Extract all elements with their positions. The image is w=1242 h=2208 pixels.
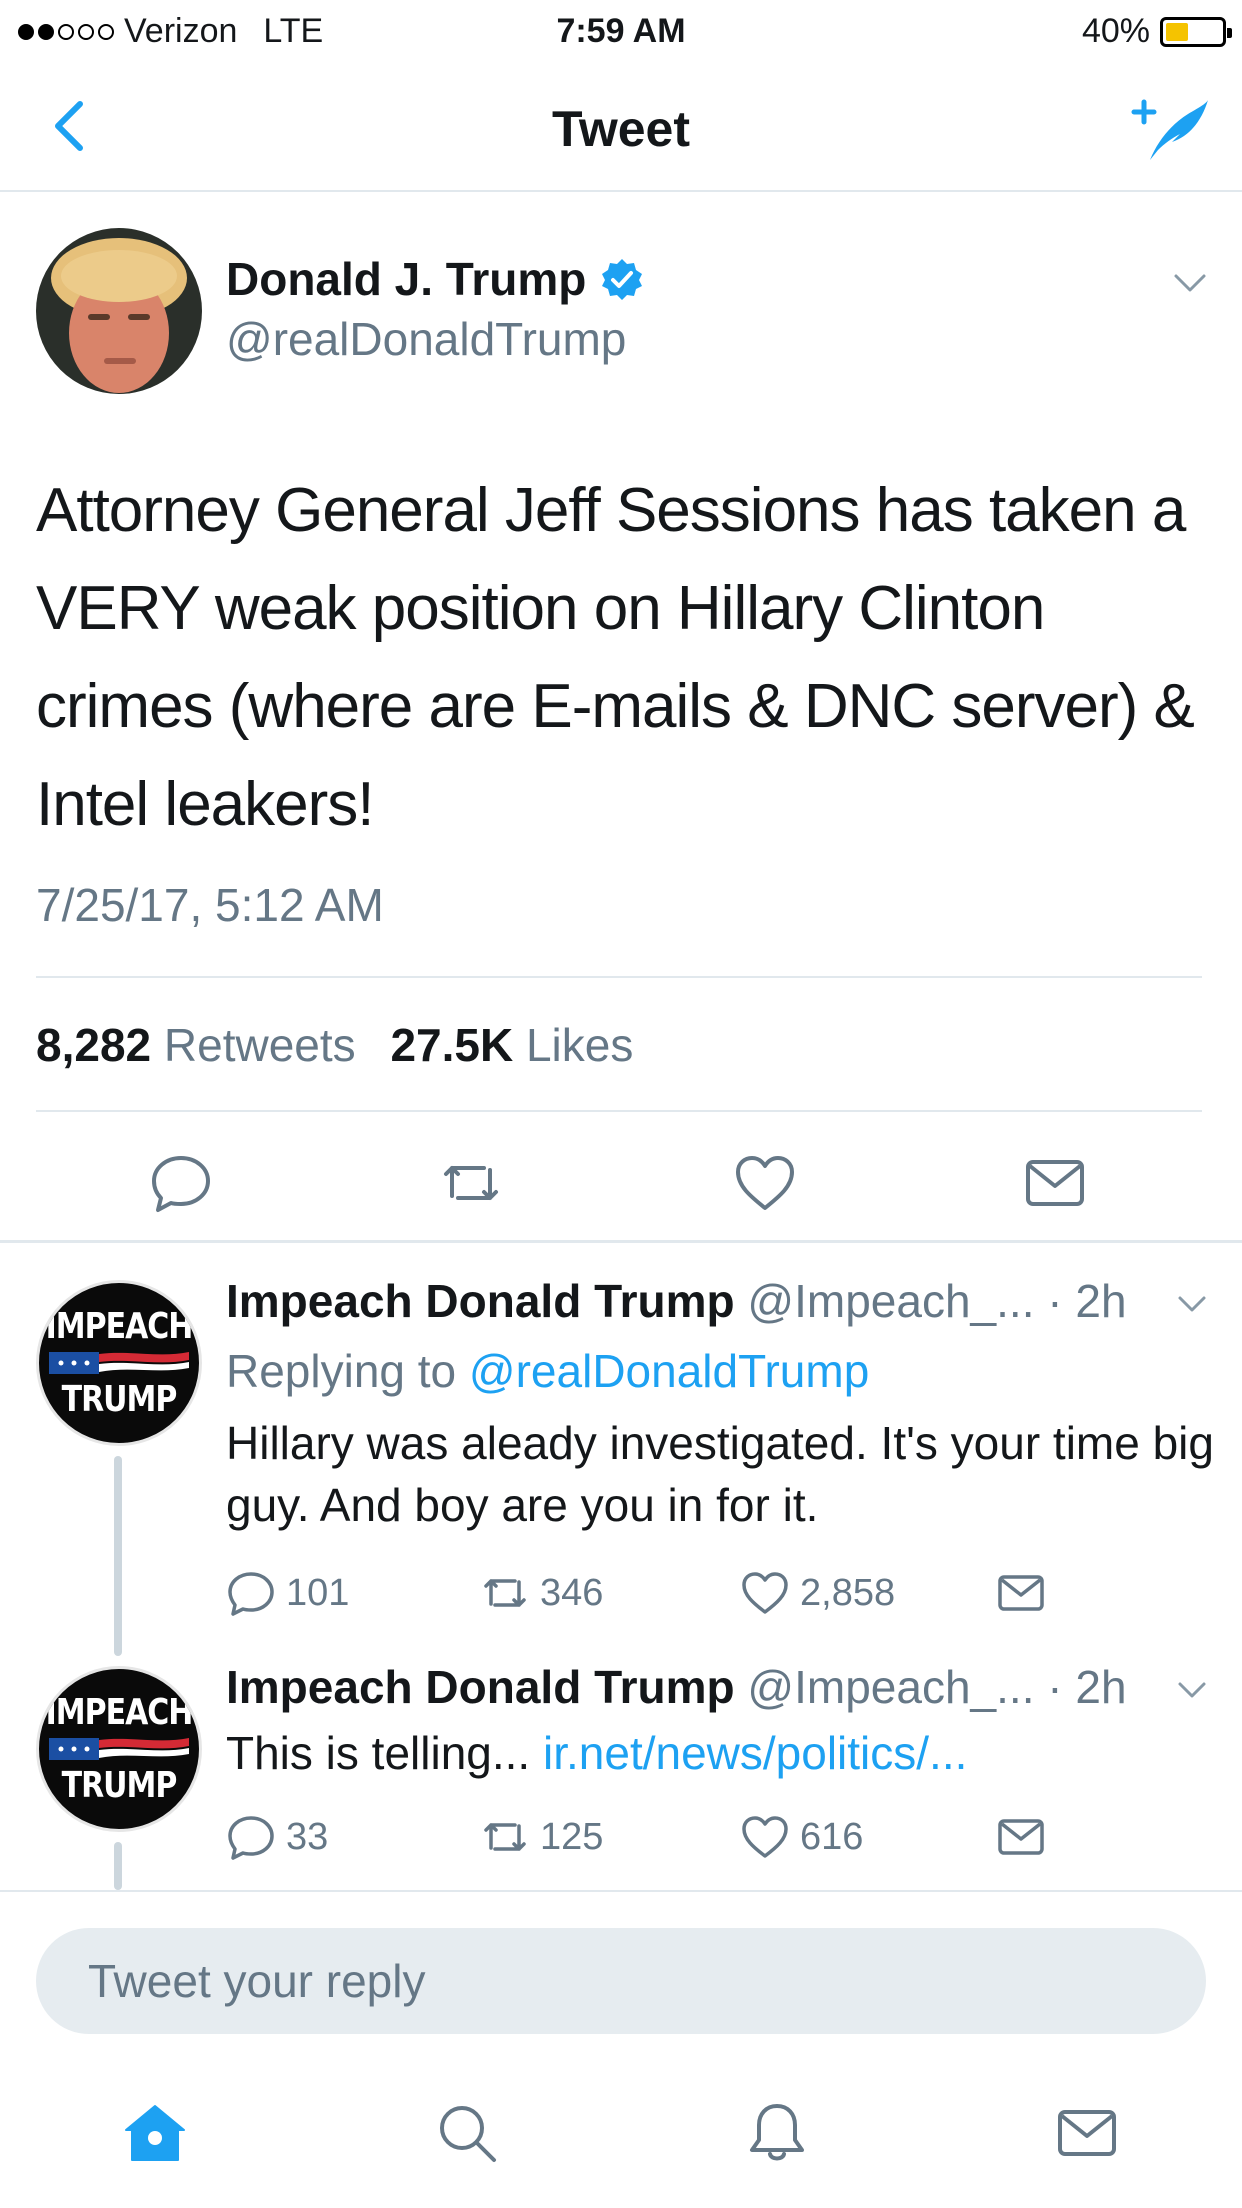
- notifications-icon[interactable]: [744, 2100, 810, 2166]
- reply-dm-action[interactable]: [996, 1812, 1046, 1862]
- messages-icon[interactable]: [1054, 2100, 1120, 2166]
- tweet-reply-input[interactable]: Tweet your reply: [36, 1928, 1206, 2034]
- reply-icon: [228, 1572, 274, 1616]
- like-count: 2,858: [800, 1571, 896, 1614]
- reply-author-name: Impeach Donald Trump: [226, 1661, 735, 1713]
- chevron-down-icon[interactable]: [1174, 1676, 1210, 1704]
- reply-retweet-action[interactable]: 125: [480, 1812, 603, 1862]
- battery-percent: 40%: [1081, 12, 1150, 50]
- divider: [36, 976, 1202, 978]
- reply-avatar[interactable]: IMPEACH TRUMP: [36, 1666, 202, 1832]
- thread-line: [114, 1456, 122, 1656]
- retweet-icon: [484, 1823, 526, 1851]
- direct-message-icon: [998, 1819, 1044, 1855]
- like-icon[interactable]: [732, 1150, 798, 1216]
- likes-count[interactable]: 27.5K: [390, 1019, 513, 1071]
- direct-message-icon[interactable]: [1022, 1150, 1088, 1216]
- tweet-timestamp: 7/25/17, 5:12 AM: [36, 879, 384, 931]
- battery-icon: [1160, 16, 1232, 47]
- replying-to: Replying to @realDonaldTrump: [226, 1345, 870, 1397]
- compose-tweet-icon[interactable]: [1128, 90, 1212, 164]
- reply-count: 33: [286, 1815, 329, 1858]
- search-icon[interactable]: [434, 2100, 500, 2166]
- reply-link[interactable]: ir.net/news/politics/...: [543, 1727, 967, 1779]
- reply-count: 101: [286, 1571, 350, 1614]
- navigation-bar: Tweet: [0, 62, 1242, 192]
- reply-icon[interactable]: [148, 1150, 214, 1216]
- bottom-area: Tweet your reply: [0, 1890, 1242, 2208]
- reply-time: · 2h: [1047, 1661, 1127, 1713]
- status-right: 40%: [1081, 12, 1232, 51]
- like-icon: [742, 1816, 788, 1858]
- author-name-text: Donald J. Trump: [226, 253, 587, 305]
- likes-label[interactable]: Likes: [526, 1019, 633, 1071]
- tweet-actions: [0, 1140, 1242, 1250]
- reply-author-name: Impeach Donald Trump: [226, 1275, 735, 1327]
- reply-author-handle: @Impeach_...: [747, 1275, 1035, 1327]
- reply-author[interactable]: Impeach Donald Trump @Impeach_... · 2h: [226, 1660, 1127, 1714]
- tab-bar: [0, 2086, 1242, 2186]
- reply-avatar[interactable]: IMPEACH TRUMP: [36, 1280, 202, 1446]
- thread-line: [114, 1842, 122, 1890]
- engagement-counts: 8,282 Retweets 27.5K Likes: [36, 1018, 655, 1072]
- reply-text: Hillary was aleady investigated. It's yo…: [226, 1417, 1214, 1531]
- author-name[interactable]: Donald J. Trump: [226, 252, 644, 306]
- retweet-count: 125: [540, 1815, 604, 1858]
- reply-retweet-action[interactable]: 346: [480, 1568, 603, 1618]
- retweets-label[interactable]: Retweets: [164, 1019, 356, 1071]
- like-icon: [742, 1572, 788, 1614]
- retweet-count: 346: [540, 1571, 604, 1614]
- status-bar: Verizon LTE 7:59 AM 40%: [0, 0, 1242, 62]
- direct-message-icon: [998, 1575, 1044, 1611]
- retweet-icon[interactable]: [438, 1150, 504, 1216]
- reply-author[interactable]: Impeach Donald Trump @Impeach_... · 2h: [226, 1274, 1127, 1328]
- status-time: 7:59 AM: [556, 12, 686, 50]
- tweet-text: Attorney General Jeff Sessions has taken…: [36, 476, 1195, 839]
- reply-text: This is telling... ir.net/news/politics/…: [226, 1727, 968, 1779]
- page-title: Tweet: [552, 101, 690, 157]
- reply-time: · 2h: [1047, 1275, 1127, 1327]
- flag-graphic: [49, 1738, 189, 1760]
- chevron-down-icon[interactable]: [1174, 1290, 1210, 1318]
- reply-like-action[interactable]: 2,858: [740, 1568, 895, 1618]
- author-handle[interactable]: @realDonaldTrump: [226, 312, 626, 366]
- reply-reply-action[interactable]: 33: [226, 1812, 328, 1862]
- reply-icon: [228, 1816, 274, 1860]
- chevron-down-icon[interactable]: [1170, 268, 1210, 298]
- reply-reply-action[interactable]: 101: [226, 1568, 349, 1618]
- verified-badge-icon: [602, 259, 643, 300]
- divider: [36, 1110, 1202, 1112]
- replying-to-mention[interactable]: @realDonaldTrump: [469, 1345, 869, 1397]
- section-divider: [0, 1240, 1242, 1243]
- flag-graphic: [49, 1352, 189, 1374]
- retweet-icon: [484, 1579, 526, 1607]
- reply-dm-action[interactable]: [996, 1568, 1046, 1618]
- retweets-count[interactable]: 8,282: [36, 1019, 151, 1071]
- reply-like-action[interactable]: 616: [740, 1812, 863, 1862]
- home-icon[interactable]: [122, 2100, 188, 2166]
- like-count: 616: [800, 1815, 864, 1858]
- reply-author-handle: @Impeach_...: [747, 1661, 1035, 1713]
- author-avatar[interactable]: [36, 228, 202, 394]
